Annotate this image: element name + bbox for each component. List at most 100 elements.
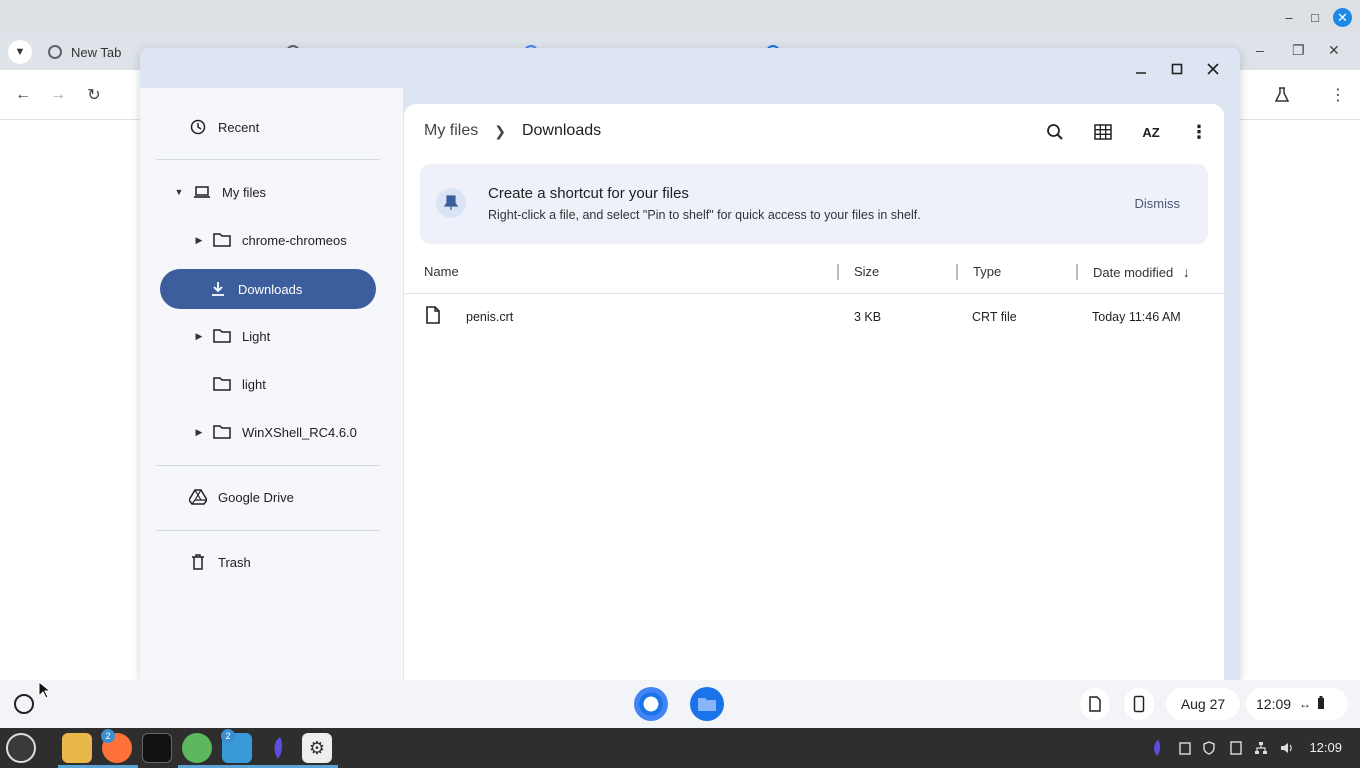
holding-space-icon[interactable]: [1080, 688, 1110, 720]
trash-icon: [188, 552, 208, 572]
reload-icon[interactable]: ↻: [83, 84, 105, 106]
folder-icon: [212, 230, 232, 250]
column-divider[interactable]: [1076, 264, 1078, 280]
sort-button[interactable]: AZ: [1138, 119, 1164, 145]
sidebar-item-label: Recent: [218, 119, 260, 135]
laptop-icon: [192, 182, 212, 202]
folder-icon: [212, 422, 232, 442]
column-name[interactable]: Name: [424, 260, 459, 284]
chrome-icon: [48, 45, 62, 59]
files-app-window: Recent ▼ My files ▶ chrome-chromeos Down…: [140, 48, 1240, 680]
fish-tray-icon[interactable]: [1148, 740, 1164, 756]
file-size: 3 KB: [854, 310, 882, 324]
sidebar-item-label: Downloads: [238, 281, 303, 297]
spreadsheet-app-icon[interactable]: [182, 733, 212, 763]
browser-restore-button[interactable]: ❐: [1292, 42, 1305, 59]
host-minimize-button[interactable]: –: [1280, 8, 1298, 26]
mint-menu-icon[interactable]: [6, 733, 36, 763]
labs-icon[interactable]: [1271, 84, 1293, 106]
tab-search-button[interactable]: ▼: [8, 40, 32, 64]
browser-close-button[interactable]: ✕: [1328, 42, 1340, 59]
file-icon: [426, 306, 440, 327]
document-icon[interactable]: [1228, 740, 1244, 756]
mouse-cursor: [38, 680, 52, 704]
chromeos-shelf: Aug 27 12:09 ↔: [0, 680, 1360, 728]
sidebar-item-label: chrome-chromeos: [242, 232, 347, 248]
sidebar-item-label: WinXShell_RC4.6.0: [242, 424, 357, 440]
sidebar-item-chrome-chromeos[interactable]: ▶ chrome-chromeos: [192, 220, 347, 260]
sidebar-item-my-files[interactable]: ▼ My files: [172, 172, 267, 212]
chevron-right-icon: ❯: [494, 122, 506, 139]
sidebar-item-label: Google Drive: [218, 489, 294, 505]
file-type: CRT file: [972, 310, 1017, 324]
folder-icon: [212, 326, 232, 346]
panel-clock[interactable]: 12:09: [1309, 740, 1342, 755]
column-divider[interactable]: [837, 264, 839, 280]
sidebar-item-label: Light: [242, 328, 271, 344]
sidebar-item-label: My files: [222, 184, 267, 200]
host-close-button[interactable]: ✕: [1333, 8, 1352, 27]
minimize-button[interactable]: [1130, 58, 1152, 80]
collapse-arrow-icon[interactable]: ▼: [172, 187, 186, 197]
launcher-button[interactable]: [14, 694, 34, 714]
sidebar-item-winxshell[interactable]: ▶ WinXShell_RC4.6.0: [192, 412, 357, 452]
dismiss-button[interactable]: Dismiss: [1135, 196, 1181, 211]
browser-minimize-button[interactable]: –: [1256, 42, 1264, 58]
phone-hub-icon[interactable]: [1124, 688, 1154, 720]
settings-app-icon[interactable]: ⚙: [302, 733, 332, 763]
folder-app-icon[interactable]: [62, 733, 92, 763]
forward-icon[interactable]: →: [47, 84, 69, 106]
back-icon[interactable]: ←: [12, 84, 34, 106]
close-button[interactable]: [1202, 58, 1224, 80]
breadcrumb-my-files[interactable]: My files: [424, 122, 478, 140]
files-badge: 2: [221, 729, 235, 743]
column-type[interactable]: Type: [973, 260, 1001, 284]
header-divider: [404, 293, 1224, 294]
fish-app-icon[interactable]: [262, 733, 292, 763]
sidebar-item-label: light: [242, 376, 266, 392]
sidebar-item-label: Trash: [218, 554, 251, 570]
file-list-panel: My files ❯ Downloads AZ ⋮ Create a short…: [404, 104, 1224, 680]
download-icon: [208, 279, 228, 299]
file-date: Today 11:46 AM: [1092, 310, 1181, 324]
sidebar-divider: [156, 159, 380, 160]
grid-view-icon[interactable]: [1090, 119, 1116, 145]
expand-arrow-icon[interactable]: ▶: [192, 235, 206, 246]
files-app-icon[interactable]: [690, 687, 724, 721]
tab-new-tab[interactable]: New Tab: [48, 38, 121, 66]
status-area[interactable]: 12:09 ↔: [1246, 688, 1348, 720]
column-divider[interactable]: [956, 264, 958, 280]
shield-icon[interactable]: [1201, 740, 1217, 756]
shelf-date[interactable]: Aug 27: [1166, 688, 1240, 720]
host-maximize-button[interactable]: □: [1306, 8, 1324, 26]
clipboard-icon[interactable]: [1177, 740, 1193, 756]
clock-icon: [188, 117, 208, 137]
chrome-app-icon[interactable]: [634, 687, 668, 721]
sort-descending-icon: ↓: [1182, 264, 1190, 280]
sidebar-item-light-upper[interactable]: ▶ Light: [192, 316, 271, 356]
column-size[interactable]: Size: [854, 260, 879, 284]
column-date-modified[interactable]: Date modified ↓: [1093, 260, 1190, 284]
sidebar-item-light-lower[interactable]: light: [212, 364, 266, 404]
sidebar-item-google-drive[interactable]: Google Drive: [188, 477, 294, 517]
tab-label: New Tab: [71, 44, 122, 60]
terminal-app-icon[interactable]: [142, 733, 172, 763]
sidebar-item-trash[interactable]: Trash: [188, 542, 251, 582]
expand-arrow-icon[interactable]: ▶: [192, 331, 206, 342]
network-tray-icon[interactable]: [1253, 740, 1269, 756]
battery-icon: [1317, 695, 1325, 713]
search-icon[interactable]: [1042, 119, 1068, 145]
sidebar: Recent ▼ My files ▶ chrome-chromeos Down…: [140, 88, 403, 680]
volume-icon[interactable]: [1279, 740, 1295, 756]
folder-icon: [212, 374, 232, 394]
banner-text: Right-click a file, and select "Pin to s…: [488, 208, 921, 222]
file-name: penis.crt: [466, 310, 514, 324]
more-options-icon[interactable]: ⋮: [1186, 119, 1212, 145]
shortcut-banner: Create a shortcut for your files Right-c…: [420, 164, 1208, 244]
breadcrumb-downloads: Downloads: [521, 122, 602, 139]
menu-icon[interactable]: ⋮: [1327, 84, 1349, 106]
expand-arrow-icon[interactable]: ▶: [192, 427, 206, 438]
maximize-button[interactable]: [1166, 58, 1188, 80]
sidebar-item-recent[interactable]: Recent: [188, 107, 259, 147]
sidebar-item-downloads[interactable]: Downloads: [160, 269, 376, 309]
